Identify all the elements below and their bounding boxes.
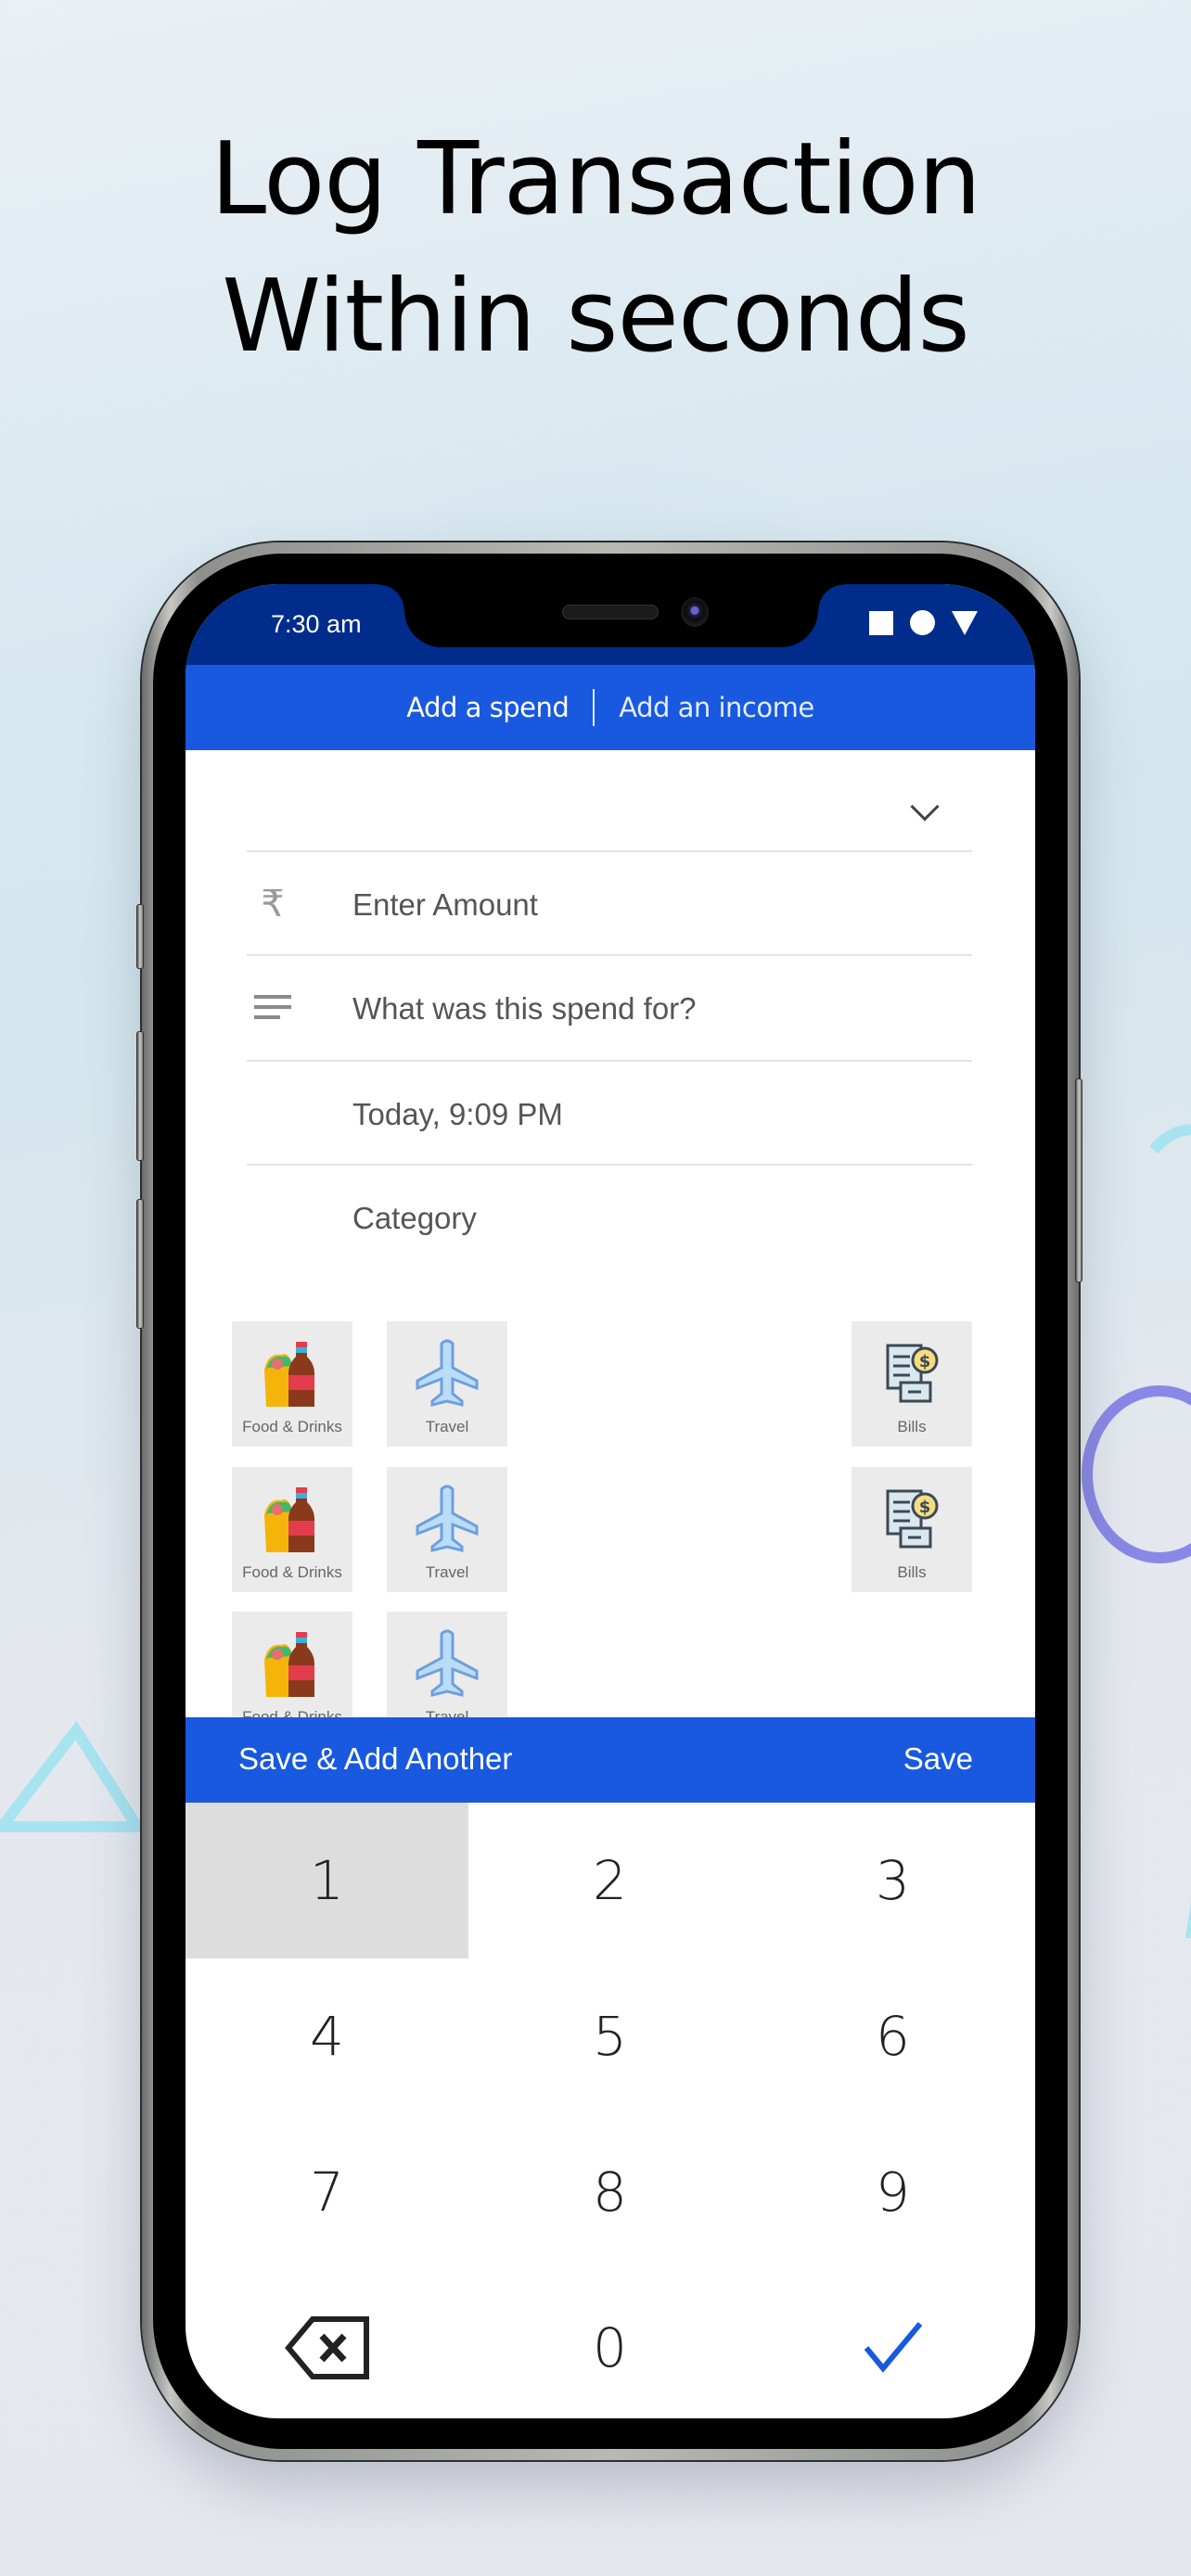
headline-line-2: Within seconds bbox=[222, 259, 969, 375]
category-label: Bills bbox=[897, 1563, 927, 1581]
category-tile[interactable]: Travel bbox=[387, 1467, 507, 1592]
key-1[interactable]: 1 bbox=[186, 1803, 468, 1958]
category-label: Food & Drinks bbox=[242, 1563, 342, 1581]
key-5[interactable]: 5 bbox=[468, 1958, 751, 2114]
key-7[interactable]: 7 bbox=[186, 2114, 468, 2270]
description-field[interactable]: What was this spend for? bbox=[247, 956, 972, 1062]
notes-icon bbox=[254, 995, 291, 1026]
airplane-icon bbox=[416, 1485, 479, 1552]
food-drinks-icon bbox=[264, 1487, 314, 1552]
food-drinks-icon bbox=[264, 1632, 314, 1697]
category-label: Bills bbox=[897, 1418, 927, 1435]
category-tile[interactable]: $ Bills bbox=[852, 1467, 972, 1592]
key-4[interactable]: 4 bbox=[186, 1958, 468, 2114]
category-label: Travel bbox=[425, 1563, 469, 1581]
tab-add-spend[interactable]: Add a spend bbox=[382, 692, 593, 723]
phone-notch bbox=[378, 584, 844, 647]
confirm-key[interactable] bbox=[751, 2270, 1034, 2418]
backspace-key[interactable] bbox=[186, 2270, 468, 2418]
svg-text:$: $ bbox=[919, 1352, 931, 1371]
save-and-add-another-button[interactable]: Save & Add Another bbox=[238, 1741, 512, 1777]
backspace-icon bbox=[284, 2316, 369, 2379]
airplane-icon bbox=[416, 1629, 479, 1697]
airplane-icon bbox=[416, 1339, 479, 1407]
rupee-icon: ₹ bbox=[261, 884, 285, 925]
category-tile[interactable]: Food & Drinks bbox=[232, 1467, 352, 1592]
bills-icon: $ bbox=[886, 1489, 939, 1549]
chevron-down-icon bbox=[910, 792, 940, 822]
decorative-triangle bbox=[0, 1720, 147, 1832]
category-label: Travel bbox=[425, 1418, 469, 1435]
key-2[interactable]: 2 bbox=[468, 1803, 751, 1958]
front-camera bbox=[681, 597, 709, 627]
decorative-sliver bbox=[1185, 1901, 1191, 1938]
decorative-ring bbox=[1082, 1385, 1191, 1563]
transaction-type-tabs: Add a spend Add an income bbox=[186, 665, 1035, 750]
phone-side-button bbox=[136, 904, 144, 969]
category-tile[interactable]: Food & Drinks bbox=[232, 1321, 352, 1447]
speaker-grille bbox=[562, 605, 659, 619]
app-screen: 7:30 am Add a spend Add an income ₹ Ente… bbox=[186, 584, 1035, 2418]
headline-line-1: Log Transaction bbox=[210, 121, 981, 237]
triangle-icon bbox=[952, 610, 978, 635]
category-tile[interactable]: Travel bbox=[387, 1321, 507, 1447]
status-time: 7:30 am bbox=[271, 610, 362, 638]
date-field[interactable]: Today, 9:09 PM bbox=[247, 1062, 972, 1166]
circle-icon bbox=[910, 610, 935, 635]
key-9[interactable]: 9 bbox=[751, 2114, 1034, 2270]
category-tile[interactable]: $ Bills bbox=[852, 1321, 972, 1447]
category-label: Category bbox=[352, 1201, 477, 1235]
key-0[interactable]: 0 bbox=[468, 2270, 751, 2418]
description-placeholder: What was this spend for? bbox=[352, 991, 697, 1026]
key-8[interactable]: 8 bbox=[468, 2114, 751, 2270]
square-icon bbox=[869, 610, 893, 635]
phone-volume-up-button bbox=[136, 1031, 144, 1161]
key-3[interactable]: 3 bbox=[751, 1803, 1034, 1958]
phone-volume-down-button bbox=[136, 1199, 144, 1329]
status-icons bbox=[869, 610, 978, 635]
checkmark-icon bbox=[864, 2322, 922, 2373]
account-dropdown[interactable] bbox=[247, 750, 972, 852]
bills-icon: $ bbox=[886, 1344, 939, 1403]
food-drinks-icon bbox=[264, 1342, 314, 1407]
svg-text:$: $ bbox=[919, 1498, 931, 1517]
save-button[interactable]: Save bbox=[903, 1741, 973, 1777]
date-value: Today, 9:09 PM bbox=[352, 1097, 563, 1131]
key-6[interactable]: 6 bbox=[751, 1958, 1034, 2114]
tab-add-income[interactable]: Add an income bbox=[595, 692, 838, 723]
phone-power-button bbox=[1075, 1078, 1082, 1282]
amount-placeholder: Enter Amount bbox=[352, 887, 538, 922]
category-label: Food & Drinks bbox=[242, 1418, 342, 1435]
amount-field[interactable]: ₹ Enter Amount bbox=[247, 852, 972, 956]
action-bar: Save & Add Another Save bbox=[186, 1717, 1035, 1803]
category-heading-row: Category bbox=[247, 1166, 972, 1269]
decorative-arc bbox=[1150, 1124, 1191, 1154]
